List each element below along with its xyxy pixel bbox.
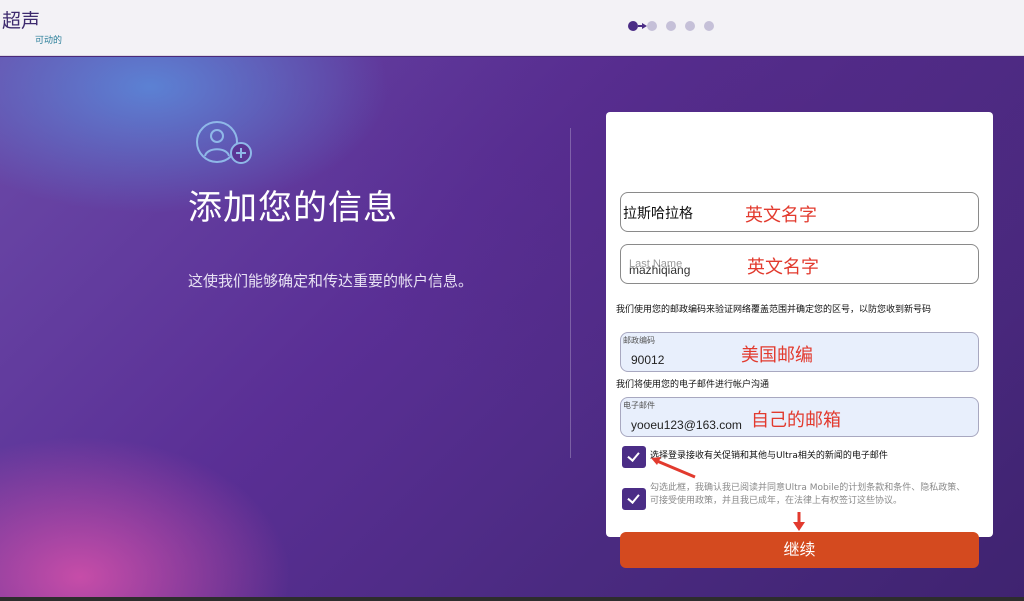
last-name-annotation: 英文名字	[747, 257, 819, 278]
red-arrow-down-icon	[793, 512, 805, 531]
step-arrow-icon	[638, 21, 647, 31]
page-title: 添加您的信息	[188, 188, 398, 228]
zip-field[interactable]: 邮政编码 90012 美国邮编	[620, 332, 979, 372]
terms-line-2: 可接受使用政策，并且我已成年，在法律上有权签订这些协议。	[650, 496, 903, 506]
zip-note: 我们使用您的邮政编码来验证网络覆盖范围并确定您的区号，以防您收到新号码	[616, 305, 932, 315]
zip-annotation: 美国邮编	[741, 345, 813, 366]
email-label: 电子邮件	[623, 401, 655, 410]
email-note: 我们将使用您的电子邮件进行帐户沟通	[616, 380, 770, 390]
first-name-field[interactable]: 拉斯哈拉格 英文名字	[620, 192, 979, 232]
page-description: 这使我们能够确定和传达重要的帐户信息。	[188, 272, 474, 290]
brand-tagline: 可动的	[35, 36, 63, 46]
email-annotation: 自己的邮箱	[751, 410, 841, 431]
terms-checkbox[interactable]	[622, 488, 646, 510]
last-name-value: mazhiqiang	[629, 263, 691, 277]
promo-checkbox[interactable]	[622, 446, 646, 468]
zip-value: 90012	[631, 353, 665, 367]
top-header: 超声 可动的	[0, 0, 1024, 56]
vertical-divider	[570, 128, 571, 458]
terms-checkbox-label: 勾选此框，我确认我已阅读并同意Ultra Mobile的计划条款和条件、隐私政策…	[650, 482, 965, 508]
last-name-field[interactable]: Last Name mazhiqiang 英文名字	[620, 244, 979, 284]
step-dot	[704, 21, 714, 31]
step-dot	[647, 21, 657, 31]
add-user-icon	[196, 121, 252, 164]
step-dot	[666, 21, 676, 31]
zip-label: 邮政编码	[623, 336, 655, 345]
first-name-annotation: 英文名字	[745, 205, 817, 226]
first-name-value: 拉斯哈拉格	[623, 205, 693, 221]
brand-logo[interactable]: 超声	[2, 6, 40, 33]
red-arrow-icon	[651, 457, 696, 479]
step-dot-active	[628, 21, 638, 31]
continue-button[interactable]: 继续	[620, 532, 979, 568]
email-value: yooeu123@163.com	[631, 418, 742, 432]
email-field[interactable]: 电子邮件 yooeu123@163.com 自己的邮箱	[620, 397, 979, 437]
progress-steps	[628, 21, 723, 31]
step-dot	[685, 21, 695, 31]
